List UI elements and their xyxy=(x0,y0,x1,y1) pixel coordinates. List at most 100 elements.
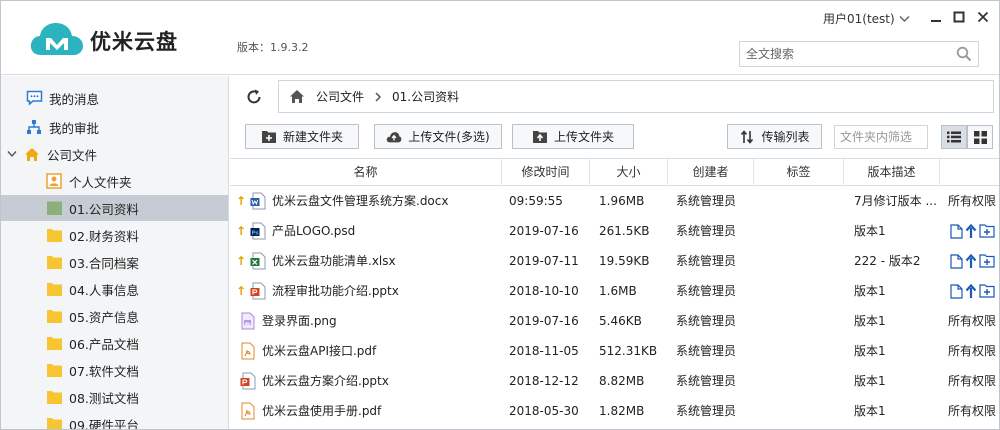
sidebar-item-contracts[interactable]: 03.合同档案 xyxy=(1,249,228,275)
modified-time: 2018-10-10 xyxy=(509,284,579,298)
modified-time: 2019-07-11 xyxy=(509,254,579,268)
file-name[interactable]: 登录界面.png xyxy=(262,306,337,336)
column-tags[interactable]: 标签 xyxy=(754,159,844,186)
breadcrumb: 公司文件 01.公司资料 xyxy=(278,80,994,113)
creator: 系统管理员 xyxy=(676,404,737,418)
excel-file-icon xyxy=(250,252,266,270)
document-icon[interactable] xyxy=(950,223,963,239)
folder-icon xyxy=(45,226,63,244)
table-row[interactable]: ↑ 优米云盘文件管理系统方案.docx 09:59:55 1.96MB 系统管理… xyxy=(230,186,999,216)
table-row[interactable]: 优米云盘方案介绍.pptx 2018-12-12 8.82MB 系统管理员 版本… xyxy=(230,366,999,396)
file-name[interactable]: 优米云盘方案介绍.pptx xyxy=(262,366,389,396)
home-icon[interactable] xyxy=(289,89,305,104)
add-folder-icon[interactable] xyxy=(979,284,995,298)
file-name[interactable]: 优米云盘使用手册.pdf xyxy=(262,396,381,426)
table-row[interactable]: ↑ Ps 产品LOGO.psd 2019-07-16 261.5KB 系统管理员… xyxy=(230,216,999,246)
column-name[interactable]: 名称 xyxy=(230,159,502,186)
column-creator[interactable]: 创建者 xyxy=(668,159,754,186)
upload-arrow-icon[interactable] xyxy=(965,223,977,239)
upload-arrow-icon[interactable] xyxy=(965,283,977,299)
upload-folder-button[interactable]: 上传文件夹 xyxy=(512,124,634,149)
maximize-button[interactable] xyxy=(948,7,970,27)
creator: 系统管理员 xyxy=(676,254,737,268)
column-version[interactable]: 版本描述 xyxy=(844,159,940,186)
sidebar-item-label: 07.软件文档 xyxy=(69,363,139,379)
table-row[interactable]: 优米云盘使用手册.pdf 2018-05-30 1.82MB 系统管理员 版本1… xyxy=(230,396,999,426)
sidebar-item-company-files[interactable]: 公司文件 xyxy=(1,141,228,167)
document-icon[interactable] xyxy=(950,253,963,269)
table-row[interactable]: ↑ 流程审批功能介绍.pptx 2018-10-10 1.6MB 系统管理员 版… xyxy=(230,276,999,306)
column-permission xyxy=(940,159,999,186)
minimize-button[interactable] xyxy=(925,7,947,27)
folder-icon xyxy=(45,361,63,379)
upload-files-button[interactable]: 上传文件(多选) xyxy=(374,124,502,149)
folder-icon xyxy=(45,199,63,217)
sidebar-item-hr[interactable]: 04.人事信息 xyxy=(1,276,228,302)
column-modified[interactable]: 修改时间 xyxy=(502,159,590,186)
updated-arrow-icon: ↑ xyxy=(236,194,247,208)
chevron-down-icon[interactable] xyxy=(7,150,17,158)
file-size: 19.59KB xyxy=(599,254,650,268)
folder-icon xyxy=(45,280,63,298)
sidebar-item-assets[interactable]: 05.资产信息 xyxy=(1,303,228,329)
sidebar-item-product-docs[interactable]: 06.产品文档 xyxy=(1,330,228,356)
version-label: 版本：1.9.3.2 xyxy=(237,41,309,54)
new-folder-button[interactable]: 新建文件夹 xyxy=(245,124,359,149)
minimize-icon xyxy=(931,20,941,22)
updated-arrow-icon: ↑ xyxy=(236,284,247,298)
folder-filter-input[interactable] xyxy=(835,126,925,148)
close-button[interactable] xyxy=(972,7,994,27)
sidebar-item-test-docs[interactable]: 08.测试文档 xyxy=(1,384,228,410)
upload-files-label: 上传文件(多选) xyxy=(408,130,490,144)
sidebar-item-label: 02.财务资料 xyxy=(69,228,139,244)
file-name[interactable]: 优米云盘文件管理系统方案.docx xyxy=(272,186,448,216)
permission: 所有权限 xyxy=(948,314,997,328)
sidebar-item-label: 我的消息 xyxy=(49,91,100,107)
user-menu[interactable]: 用户01(test) xyxy=(823,10,910,27)
sidebar-item-label: 08.测试文档 xyxy=(69,390,139,406)
maximize-icon xyxy=(953,11,965,23)
sidebar-item-finance[interactable]: 02.财务资料 xyxy=(1,222,228,248)
sidebar-item-messages[interactable]: 我的消息 xyxy=(1,85,228,111)
sidebar-item-software-docs[interactable]: 07.软件文档 xyxy=(1,357,228,383)
document-icon[interactable] xyxy=(950,283,963,299)
updated-arrow-icon: ↑ xyxy=(236,254,247,268)
sidebar-item-label: 我的审批 xyxy=(49,120,100,136)
file-size: 1.96MB xyxy=(599,194,645,208)
file-name[interactable]: 优米云盘功能清单.xlsx xyxy=(272,246,396,276)
file-name[interactable]: 产品LOGO.psd xyxy=(272,216,355,246)
table-row[interactable]: ↑ 优米云盘功能清单.xlsx 2019-07-11 19.59KB 系统管理员… xyxy=(230,246,999,276)
version-desc: 版本1 xyxy=(854,344,886,358)
fulltext-search xyxy=(739,41,979,67)
column-size[interactable]: 大小 xyxy=(590,159,668,186)
table-row[interactable]: 优米云盘API接口.pdf 2018-11-05 512.31KB 系统管理员 … xyxy=(230,336,999,366)
version-desc: 版本1 xyxy=(854,314,886,328)
cloud-upload-icon xyxy=(386,129,402,145)
personal-folder-icon xyxy=(45,172,63,190)
sidebar-item-company-data[interactable]: 01.公司资料 xyxy=(1,195,228,221)
sidebar-item-personal-folder[interactable]: 个人文件夹 xyxy=(1,168,228,194)
creator: 系统管理员 xyxy=(676,194,737,208)
sidebar-item-label: 03.合同档案 xyxy=(69,255,139,271)
file-name[interactable]: 优米云盘API接口.pdf xyxy=(262,336,376,366)
permission: 所有权限 xyxy=(948,194,997,208)
version-desc: 版本1 xyxy=(854,284,886,298)
transfer-list-button[interactable]: 传输列表 xyxy=(727,124,822,149)
breadcrumb-current[interactable]: 01.公司资料 xyxy=(392,88,459,105)
add-folder-icon[interactable] xyxy=(979,224,995,238)
file-name[interactable]: 流程审批功能介绍.pptx xyxy=(272,276,399,306)
sidebar-item-approvals[interactable]: 我的审批 xyxy=(1,114,228,140)
add-folder-icon[interactable] xyxy=(979,254,995,268)
search-input[interactable] xyxy=(740,42,950,66)
creator: 系统管理员 xyxy=(676,374,737,388)
search-icon[interactable] xyxy=(956,46,972,62)
breadcrumb-root[interactable]: 公司文件 xyxy=(316,88,364,105)
upload-arrow-icon[interactable] xyxy=(965,253,977,269)
grid-view-button[interactable] xyxy=(967,125,993,149)
refresh-button[interactable] xyxy=(243,85,265,109)
list-view-button[interactable] xyxy=(941,125,967,149)
folder-icon xyxy=(45,334,63,352)
sidebar-item-hardware[interactable]: 09.硬件平台 xyxy=(1,411,228,429)
row-actions xyxy=(950,216,999,246)
table-row[interactable]: 登录界面.png 2019-07-16 5.46KB 系统管理员 版本1 所有权… xyxy=(230,306,999,336)
